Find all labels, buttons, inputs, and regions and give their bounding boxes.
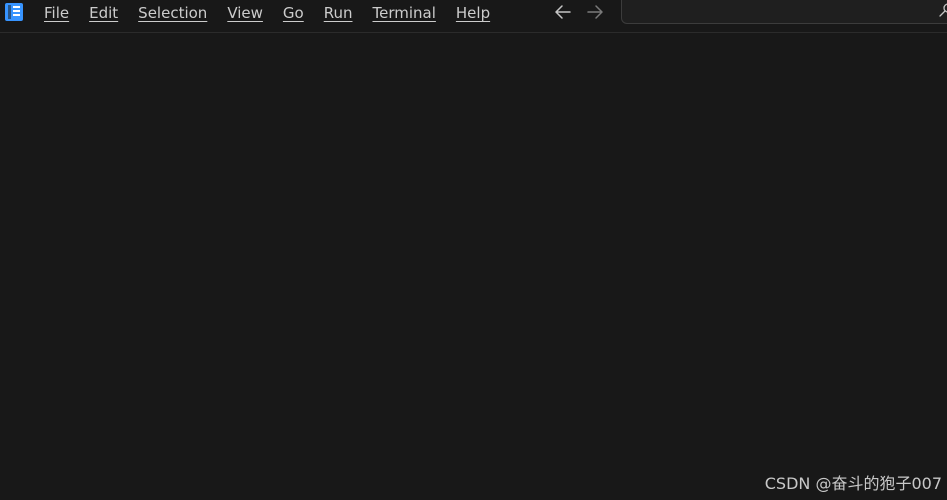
menu-go[interactable]: Go bbox=[273, 0, 314, 26]
watermark-text: CSDN @奋斗的狍子007 bbox=[764, 474, 942, 493]
menu-view[interactable]: View bbox=[217, 0, 273, 26]
command-center[interactable] bbox=[621, 0, 947, 24]
menu-terminal[interactable]: Terminal bbox=[363, 0, 446, 26]
menu-help[interactable]: Help bbox=[446, 0, 500, 26]
menu-selection[interactable]: Selection bbox=[128, 0, 217, 26]
arrow-right-icon[interactable] bbox=[584, 2, 606, 22]
menu-edit[interactable]: Edit bbox=[79, 0, 128, 26]
title-bar: File Edit Selection View Go Run Terminal… bbox=[0, 0, 947, 33]
vscode-window: File Edit Selection View Go Run Terminal… bbox=[0, 0, 947, 500]
arrow-left-icon[interactable] bbox=[552, 2, 574, 22]
editor-area[interactable]: CSDN @奋斗的狍子007 bbox=[0, 33, 947, 500]
menu-bar: File Edit Selection View Go Run Terminal… bbox=[34, 0, 500, 26]
vscode-logo-icon[interactable] bbox=[4, 2, 24, 22]
menu-run[interactable]: Run bbox=[314, 0, 363, 26]
search-icon[interactable] bbox=[938, 2, 947, 18]
menu-file[interactable]: File bbox=[34, 0, 79, 26]
search-input[interactable] bbox=[622, 0, 922, 22]
